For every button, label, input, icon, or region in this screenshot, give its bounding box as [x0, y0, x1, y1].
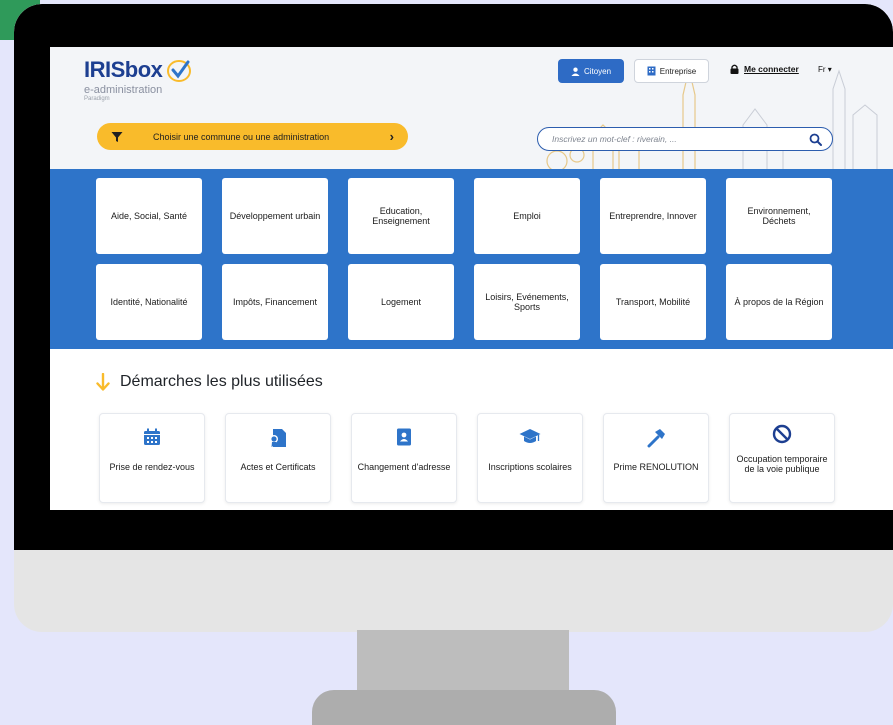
language-selector[interactable]: Fr ▾ — [818, 65, 832, 74]
procedure-label: Actes et Certificats — [240, 462, 316, 472]
entreprise-button[interactable]: Entreprise — [634, 59, 709, 83]
procedure-changement-adresse[interactable]: Changement d'adresse — [351, 413, 457, 503]
prohibited-icon — [772, 424, 792, 444]
category-environnement[interactable]: Environnement, Déchets — [726, 178, 832, 254]
citoyen-button[interactable]: Citoyen — [558, 59, 624, 83]
site-header: IRISbox e-administration Paradigm Citoye… — [50, 47, 893, 169]
category-band: Aide, Social, Santé Développement urbain… — [50, 169, 893, 349]
address-book-icon — [397, 428, 411, 446]
caret-down-icon: ▾ — [827, 65, 832, 74]
search-icon[interactable] — [809, 133, 822, 146]
procedure-actes-certificats[interactable]: Actes et Certificats — [225, 413, 331, 503]
logo-subtitle: e-administration — [84, 84, 163, 96]
hammer-icon — [647, 429, 665, 448]
search-field[interactable] — [537, 127, 833, 151]
procedure-inscriptions-scolaires[interactable]: Inscriptions scolaires — [477, 413, 583, 503]
section-title: Démarches les plus utilisées — [120, 373, 323, 390]
procedure-label: Occupation temporaire de la voie publiqu… — [736, 454, 828, 475]
category-entreprendre[interactable]: Entreprendre, Innover — [600, 178, 706, 254]
procedure-prise-rendez-vous[interactable]: Prise de rendez-vous — [99, 413, 205, 503]
category-loisirs[interactable]: Loisirs, Evénements, Sports — [474, 264, 580, 340]
procedure-label: Prime RENOLUTION — [613, 462, 699, 472]
login-link[interactable]: Me connecter — [730, 64, 799, 74]
procedure-occupation-voie-publique[interactable]: Occupation temporaire de la voie publiqu… — [729, 413, 835, 503]
building-icon — [647, 66, 656, 76]
category-aide-social-sante[interactable]: Aide, Social, Santé — [96, 178, 202, 254]
procedure-prime-renolution[interactable]: Prime RENOLUTION — [603, 413, 709, 503]
commune-filter-button[interactable]: Choisir une commune ou une administratio… — [97, 123, 408, 150]
category-emploi[interactable]: Emploi — [474, 178, 580, 254]
entreprise-label: Entreprise — [659, 66, 697, 76]
logo-check-icon — [167, 60, 192, 82]
filter-label: Choisir une commune ou une administratio… — [153, 131, 330, 142]
arrow-down-icon — [96, 373, 110, 391]
search-input[interactable] — [552, 134, 809, 144]
category-developpement-urbain[interactable]: Développement urbain — [222, 178, 328, 254]
graduation-cap-icon — [519, 429, 541, 443]
category-logement[interactable]: Logement — [348, 264, 454, 340]
login-label: Me connecter — [744, 64, 799, 74]
language-label: Fr — [818, 65, 826, 74]
category-education[interactable]: Education, Enseignement — [348, 178, 454, 254]
user-icon — [571, 67, 580, 76]
procedure-label: Inscriptions scolaires — [488, 462, 572, 472]
irisbox-logo[interactable]: IRISbox e-administration Paradigm — [84, 57, 192, 102]
calendar-icon — [144, 428, 160, 445]
section-heading: Démarches les plus utilisées — [96, 373, 323, 391]
certificate-icon — [270, 429, 286, 447]
chevron-right-icon: › — [389, 129, 394, 144]
procedure-label: Prise de rendez-vous — [109, 462, 195, 472]
category-identite[interactable]: Identité, Nationalité — [96, 264, 202, 340]
category-transport[interactable]: Transport, Mobilité — [600, 264, 706, 340]
lock-icon — [730, 64, 739, 74]
category-impots[interactable]: Impôts, Financement — [222, 264, 328, 340]
logo-text: IRISbox — [84, 57, 163, 82]
category-a-propos[interactable]: À propos de la Région — [726, 264, 832, 340]
procedure-label: Changement d'adresse — [357, 462, 451, 472]
monitor-stand-base — [312, 690, 616, 725]
filter-icon — [111, 131, 123, 142]
browser-screen: IRISbox e-administration Paradigm Citoye… — [50, 47, 893, 510]
citoyen-label: Citoyen — [583, 66, 612, 76]
logo-tagline: Paradigm — [84, 96, 110, 102]
